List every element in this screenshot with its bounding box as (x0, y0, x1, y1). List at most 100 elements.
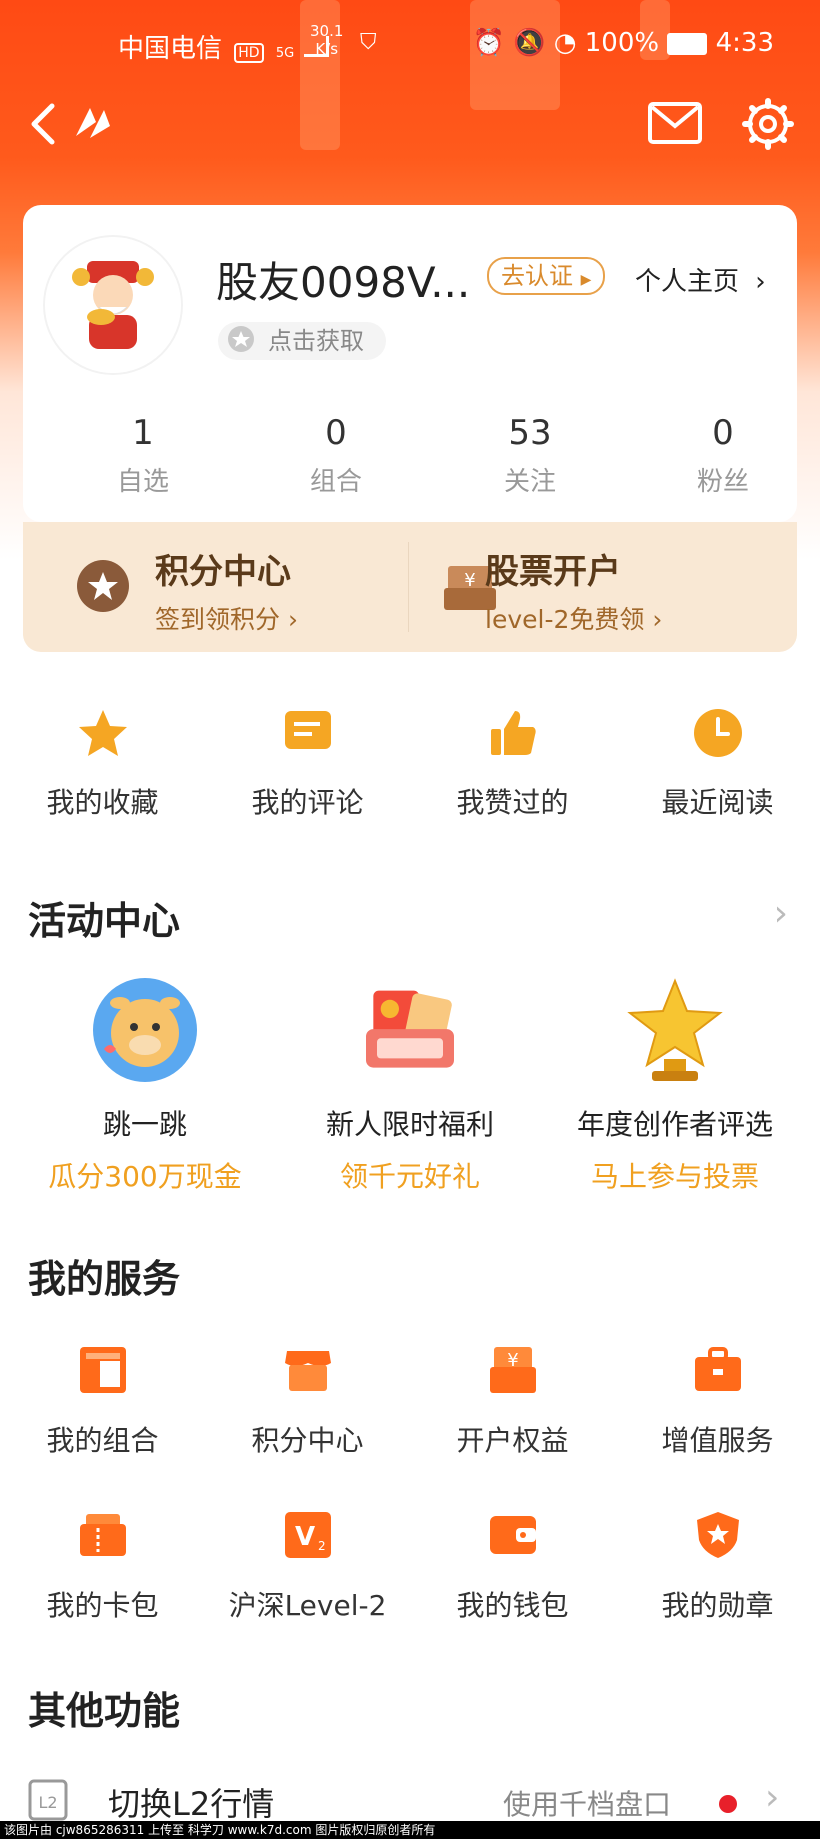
promo-strip: 积分中心 签到领积分 › ¥ 股票开户 level-2免费领 › (23, 522, 797, 652)
switch-l2-row[interactable]: L2 切换L2行情 使用千档盘口 › (0, 1775, 820, 1827)
service-label: 我的勋章 (661, 1589, 774, 1622)
badge-icon (696, 1512, 739, 1558)
status-right: ⏰ 🔕 ◔ 100% 4:33 (473, 28, 775, 58)
fortune-god-avatar-icon (45, 237, 181, 373)
stat-watchlist[interactable]: 1 自选 (68, 413, 218, 498)
activity-subtitle: 领千元好礼 (339, 1160, 480, 1193)
stat-label: 组合 (309, 467, 362, 497)
stat-following[interactable]: 53 关注 (455, 413, 605, 498)
card-icon (79, 1514, 126, 1556)
service-points-center[interactable]: 积分中心 (205, 1345, 410, 1459)
net-speed: 30.1 K/s (310, 22, 343, 58)
l2-label: 切换L2行情 (108, 1785, 275, 1823)
username[interactable]: 股友0098V... (216, 249, 470, 310)
hd-badge: HD (234, 43, 264, 63)
service-label: 积分中心 (251, 1424, 364, 1457)
v2-icon: V2 (284, 1512, 331, 1558)
activity-newcomer-gift[interactable]: 新人限时福利 领千元好礼 (275, 975, 545, 1195)
quick-action-label: 我赞过的 (456, 786, 569, 819)
watermark-footer: 该图片由 cjw865286311 上传至 科学刀 www.k7d.com 图片… (0, 1821, 820, 1839)
activity-title: 跳一跳 (102, 1108, 187, 1141)
medal-badge[interactable]: 点击获取 (218, 322, 386, 360)
medal-icon (228, 326, 254, 352)
briefcase-icon (694, 1347, 741, 1391)
chevron-right-icon: › (755, 267, 766, 297)
open-account-banner[interactable]: ¥ 股票开户 level-2免费领 › (410, 522, 797, 652)
liked-button[interactable]: 我赞过的 (410, 705, 615, 821)
signal-label: 5G (275, 46, 295, 61)
service-label: 我的组合 (46, 1424, 159, 1457)
thumbs-up-icon (490, 711, 536, 755)
service-my-portfolio[interactable]: 我的组合 (0, 1345, 205, 1459)
svg-text:2: 2 (318, 1539, 326, 1553)
shop-icon (284, 1351, 331, 1391)
service-account-benefits[interactable]: ¥ 开户权益 (410, 1345, 615, 1459)
stat-value: 0 (325, 413, 347, 453)
stat-value: 53 (508, 413, 552, 453)
other-functions-title: 其他功能 (28, 1689, 181, 1733)
stat-label: 自选 (116, 467, 169, 497)
comments-button[interactable]: 我的评论 (205, 705, 410, 821)
ox-mascot-icon (93, 978, 197, 1082)
quick-action-label: 最近阅读 (661, 786, 774, 819)
homepage-link[interactable]: 个人主页 › (635, 261, 766, 298)
recent-reading-button[interactable]: 最近阅读 (615, 705, 820, 821)
service-card-pack[interactable]: 我的卡包 (0, 1510, 205, 1624)
promo-subtitle: 签到领积分 › (155, 600, 298, 636)
stat-fans[interactable]: 0 粉丝 (648, 413, 798, 498)
battery-icon (667, 32, 708, 55)
stat-value: 0 (712, 413, 734, 453)
service-badges[interactable]: 我的勋章 (615, 1510, 820, 1624)
promo-subtitle-text: 签到领积分 (155, 605, 281, 634)
red-envelope-icon (366, 990, 454, 1068)
activity-jump-game[interactable]: 跳一跳 瓜分300万现金 (10, 975, 280, 1195)
settings-button[interactable] (738, 94, 798, 154)
verify-button[interactable]: 去认证 ▶ (487, 257, 606, 295)
l2-value: 使用千档盘口 (503, 1788, 672, 1821)
stat-label: 粉丝 (696, 467, 749, 497)
promo-title: 积分中心 (155, 552, 291, 592)
my-services-title: 我的服务 (28, 1257, 181, 1301)
stat-portfolio[interactable]: 0 组合 (261, 413, 411, 498)
activity-center-title: 活动中心 (28, 899, 181, 943)
yen-box-icon: ¥ (489, 1347, 536, 1393)
avatar[interactable] (45, 237, 181, 373)
gear-icon (742, 98, 794, 150)
comment-icon (284, 711, 331, 749)
quick-action-label: 我的评论 (251, 786, 364, 819)
chevron-right-icon: › (287, 605, 298, 634)
quick-action-label: 我的收藏 (46, 786, 159, 819)
points-center-banner[interactable]: 积分中心 签到领积分 › (23, 522, 410, 652)
l2-icon: L2 (28, 1779, 68, 1821)
message-button[interactable] (646, 96, 704, 150)
trophy-star-icon (627, 978, 723, 1081)
promo-subtitle: level-2免费领 › (485, 600, 662, 636)
play-arrow-icon: ▶ (580, 272, 592, 288)
stat-label: 关注 (503, 467, 556, 497)
homepage-label: 个人主页 (635, 267, 740, 297)
service-label: 开户权益 (456, 1424, 569, 1457)
divider (408, 542, 409, 632)
service-value-added[interactable]: 增值服务 (615, 1345, 820, 1459)
svg-text:L2: L2 (38, 1793, 57, 1812)
back-button[interactable] (18, 94, 68, 154)
speed-unit: K/s (315, 40, 339, 58)
verify-label: 去认证 (501, 262, 573, 290)
service-level2[interactable]: V2 沪深Level-2 (205, 1510, 410, 1624)
activity-subtitle: 马上参与投票 (590, 1160, 759, 1193)
service-wallet[interactable]: 我的钱包 (410, 1510, 615, 1624)
promo-subtitle-text: level-2免费领 (485, 605, 645, 634)
wallet-icon (489, 1516, 536, 1554)
service-label: 增值服务 (661, 1424, 774, 1457)
activity-creator-vote[interactable]: 年度创作者评选 马上参与投票 (540, 975, 810, 1195)
clock-icon (693, 709, 742, 757)
notification-dot (719, 1795, 737, 1813)
favorites-button[interactable]: 我的收藏 (0, 705, 205, 821)
service-label: 沪深Level-2 (228, 1589, 387, 1622)
speed-icon: ◔ (553, 28, 577, 58)
activity-title: 新人限时福利 (325, 1108, 494, 1141)
clock-time: 4:33 (715, 28, 774, 58)
activity-more-chevron-icon[interactable]: › (774, 893, 788, 934)
top-bar (0, 90, 820, 160)
carrier-text: 中国电信 (118, 34, 223, 64)
